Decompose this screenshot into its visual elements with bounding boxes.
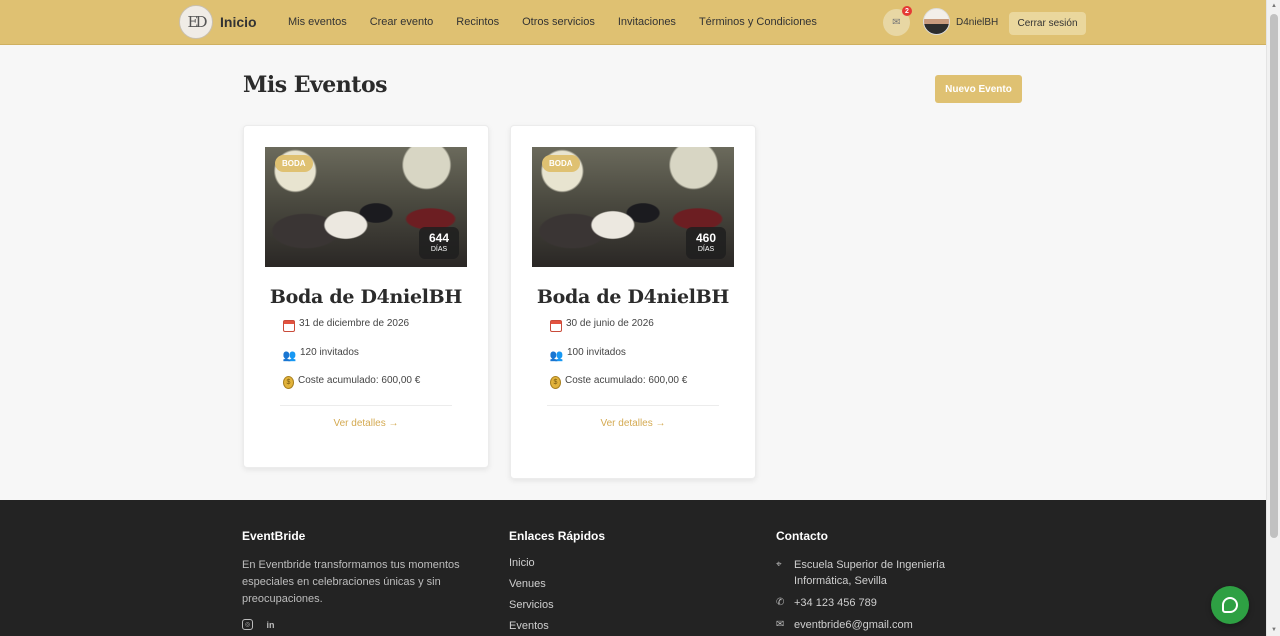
footer-link-venues[interactable]: Venues: [509, 578, 605, 590]
event-guests: 100 invitados: [567, 347, 626, 358]
logout-button[interactable]: Cerrar sesión: [1009, 12, 1086, 35]
event-cost-row: $ Coste acumulado: 600,00 €: [283, 371, 420, 389]
envelope-icon: ✉: [892, 17, 901, 28]
event-cost: Coste acumulado: 600,00 €: [298, 374, 421, 386]
days-number: 460: [695, 231, 717, 245]
event-tag: BODA: [275, 155, 313, 172]
contact-phone: +34 123 456 789: [794, 597, 877, 609]
nav-link-invitaciones[interactable]: Invitaciones: [618, 16, 676, 28]
people-icon: 👥: [282, 350, 297, 362]
nav-link-crear-evento[interactable]: Crear evento: [370, 16, 434, 28]
event-date-row: 31 de diciembre de 2026: [283, 315, 409, 332]
money-bag-icon: $: [283, 376, 294, 389]
event-date: 30 de junio de 2026: [566, 318, 654, 329]
nav-link-recintos[interactable]: Recintos: [456, 16, 499, 28]
scroll-down-arrow-icon[interactable]: ▼: [1270, 627, 1278, 633]
event-tag: BODA: [542, 155, 580, 172]
footer-link-inicio[interactable]: Inicio: [509, 557, 605, 569]
event-card: BODA 460 DÍAS Boda de D4nielBH 30 de jun…: [510, 125, 756, 479]
location-pin-icon: ⌖: [776, 559, 782, 570]
footer-quick-links: Enlaces Rápidos Inicio Venues Servicios …: [509, 529, 605, 636]
logo[interactable]: ED: [179, 5, 213, 39]
page-title: Mis Eventos: [243, 72, 388, 98]
footer-links-heading: Enlaces Rápidos: [509, 529, 606, 543]
divider: [547, 405, 719, 406]
nav-link-terminos[interactable]: Términos y Condiciones: [699, 16, 817, 28]
footer-contact-heading: Contacto: [776, 529, 828, 543]
phone-icon: ✆: [776, 597, 785, 608]
divider: [280, 405, 452, 406]
username[interactable]: D4nielBH: [956, 17, 998, 28]
event-guests-row: 👥 120 invitados: [283, 343, 359, 362]
linkedin-icon[interactable]: in: [265, 619, 276, 630]
days-label: DÍAS: [697, 246, 715, 253]
scroll-up-arrow-icon[interactable]: ▲: [1270, 3, 1278, 9]
contact-phone-row: ✆ +34 123 456 789: [776, 595, 1004, 611]
contact-address-row: ⌖ Escuela Superior de Ingeniería Informá…: [776, 557, 1004, 589]
footer-about: EventBride En Eventbride transformamos t…: [242, 529, 467, 630]
days-label: DÍAS: [430, 246, 448, 253]
view-details-link[interactable]: Ver detalles →: [511, 418, 755, 429]
event-card: BODA 644 DÍAS Boda de D4nielBH 31 de dic…: [243, 125, 489, 468]
footer-about-text: En Eventbride transformamos tus momentos…: [242, 559, 460, 605]
contact-address: Escuela Superior de Ingeniería Informáti…: [794, 559, 946, 587]
event-cost-row: $ Coste acumulado: 600,00 €: [550, 371, 687, 389]
event-guests: 120 invitados: [300, 347, 359, 358]
scroll-thumb[interactable]: [1270, 14, 1278, 538]
footer: EventBride En Eventbride transformamos t…: [0, 500, 1266, 636]
event-guests-row: 👥 100 invitados: [550, 343, 626, 362]
event-title: Boda de D4nielBH: [269, 286, 463, 308]
footer-brand-heading: EventBride: [242, 529, 306, 543]
notification-badge: 2: [902, 6, 912, 16]
chat-button[interactable]: [1211, 586, 1249, 624]
contact-email[interactable]: eventbride6@gmail.com: [794, 617, 913, 633]
event-image[interactable]: BODA 460 DÍAS: [532, 147, 734, 267]
footer-link-eventos[interactable]: Eventos: [509, 620, 605, 632]
money-bag-icon: $: [550, 376, 561, 389]
calendar-icon: [550, 320, 562, 332]
mail-icon: ✉: [776, 619, 785, 630]
nav-link-otros-servicios[interactable]: Otros servicios: [522, 16, 595, 28]
instagram-icon[interactable]: ◎: [242, 619, 253, 630]
event-title: Boda de D4nielBH: [536, 286, 730, 308]
contact-email-row: ✉ eventbride6@gmail.com: [776, 617, 1004, 633]
top-navbar: ED Inicio Mis eventos Crear evento Recin…: [0, 0, 1266, 45]
footer-link-servicios[interactable]: Servicios: [509, 599, 605, 611]
days-countdown: 644 DÍAS: [419, 227, 459, 259]
footer-contact: Contacto ⌖ Escuela Superior de Ingenierí…: [776, 529, 1004, 636]
days-countdown: 460 DÍAS: [686, 227, 726, 259]
scrollbar[interactable]: ▲ ▼: [1266, 0, 1280, 636]
event-cost: Coste acumulado: 600,00 €: [565, 374, 688, 386]
avatar[interactable]: [923, 8, 950, 35]
days-number: 644: [428, 231, 450, 245]
nav-links: Mis eventos Crear evento Recintos Otros …: [288, 16, 840, 28]
social-links: ◎ in: [242, 619, 467, 630]
chat-bubble-icon: [1222, 597, 1238, 613]
calendar-icon: [283, 320, 295, 332]
people-icon: 👥: [549, 350, 564, 362]
new-event-button[interactable]: Nuevo Evento: [935, 75, 1022, 103]
event-date: 31 de diciembre de 2026: [299, 318, 410, 329]
event-date-row: 30 de junio de 2026: [550, 315, 654, 332]
nav-home-link[interactable]: Inicio: [220, 14, 257, 30]
view-details-link[interactable]: Ver detalles →: [244, 418, 488, 429]
nav-link-mis-eventos[interactable]: Mis eventos: [288, 16, 347, 28]
event-image[interactable]: BODA 644 DÍAS: [265, 147, 467, 267]
